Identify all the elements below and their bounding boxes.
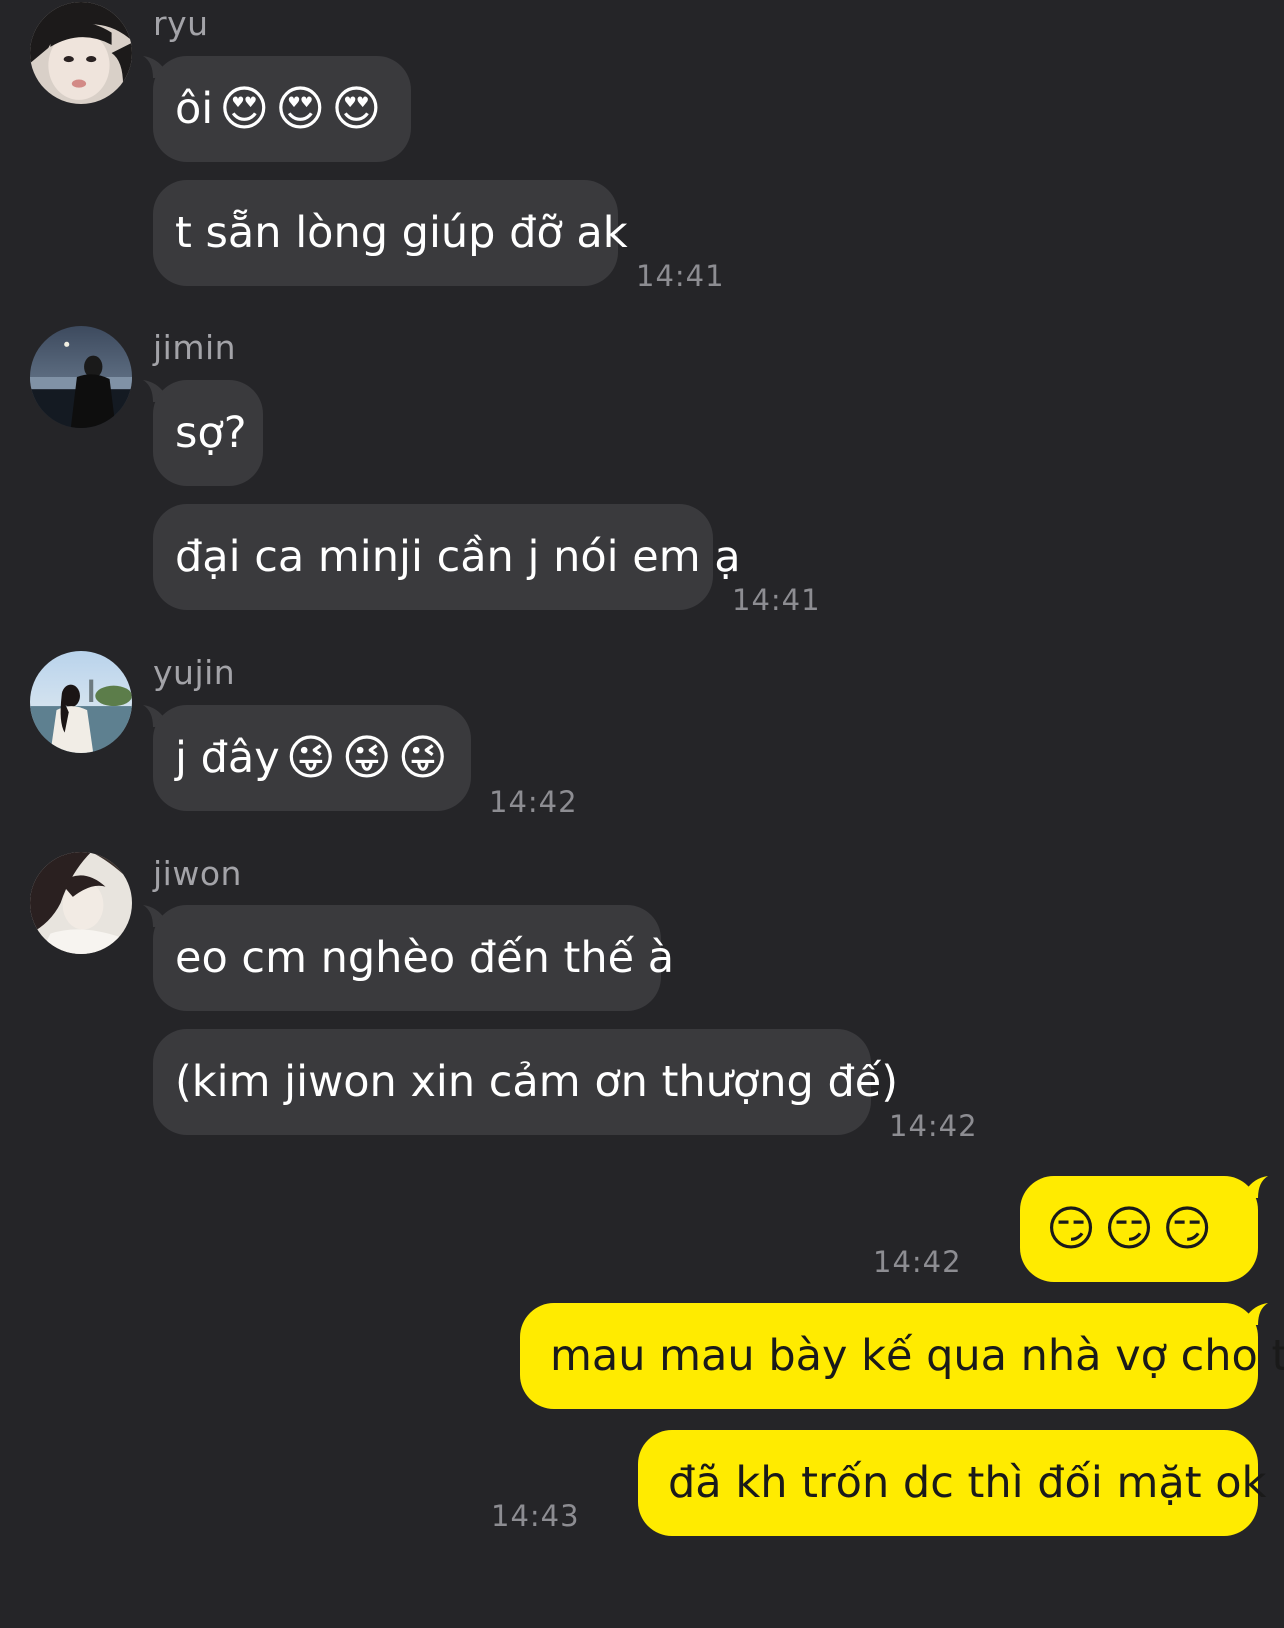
sender-name: jiwon <box>153 854 242 893</box>
message-text: j đây <box>175 732 280 783</box>
message-bubble[interactable]: ôi 😍😍😍 <box>153 56 411 162</box>
jiwon-avatar[interactable] <box>30 852 132 954</box>
outgoing-message-bubble[interactable]: mau mau bày kế qua nhà vợ cho t <box>520 1303 1284 1409</box>
winking-tongue-emoji: 😜😜😜 <box>285 730 454 786</box>
message-text: mau mau bày kế qua nhà vợ cho t <box>550 1330 1284 1381</box>
message-text: t sẵn lòng giúp đỡ ak <box>175 207 628 258</box>
message-text: (kim jiwon xin cảm ơn thượng đế) <box>175 1056 898 1107</box>
message-time: 14:42 <box>873 1245 962 1279</box>
message-text: eo cm nghèo đến thế à <box>175 932 675 983</box>
message-text: sợ? <box>175 407 247 458</box>
outgoing-message-bubble[interactable]: đã kh trốn dc thì đối mặt ok <box>638 1430 1266 1536</box>
message-time: 14:41 <box>732 583 821 617</box>
message-text: ôi <box>175 83 214 134</box>
sender-name: jimin <box>153 328 237 367</box>
message-time: 14:42 <box>889 1109 978 1143</box>
message-text: đại ca minji cần j nói em ạ <box>175 531 741 582</box>
message-time: 14:41 <box>636 259 725 293</box>
heart-eyes-emoji: 😍😍😍 <box>219 81 388 137</box>
smirk-emoji: 😏😏😏 <box>1046 1201 1221 1257</box>
message-time: 14:43 <box>491 1499 580 1533</box>
chat-view: ryu ôi 😍😍😍 t sẵn lòng giúp đỡ ak 14:41 ji… <box>0 0 1284 1628</box>
yujin-avatar[interactable] <box>30 651 132 753</box>
ryu-avatar[interactable] <box>30 2 132 104</box>
jimin-avatar[interactable] <box>30 326 132 428</box>
message-bubble[interactable]: j đây 😜😜😜 <box>153 705 471 811</box>
outgoing-message-bubble[interactable]: 😏😏😏 <box>1020 1176 1258 1282</box>
message-bubble[interactable]: t sẵn lòng giúp đỡ ak <box>153 180 628 286</box>
message-bubble[interactable]: (kim jiwon xin cảm ơn thượng đế) <box>153 1029 898 1135</box>
message-text: đã kh trốn dc thì đối mặt ok <box>668 1457 1267 1508</box>
sender-name: ryu <box>153 4 209 43</box>
message-bubble[interactable]: đại ca minji cần j nói em ạ <box>153 504 741 610</box>
message-time: 14:42 <box>489 785 578 819</box>
sender-name: yujin <box>153 653 236 692</box>
message-bubble[interactable]: sợ? <box>153 380 263 486</box>
message-bubble[interactable]: eo cm nghèo đến thế à <box>153 905 674 1011</box>
